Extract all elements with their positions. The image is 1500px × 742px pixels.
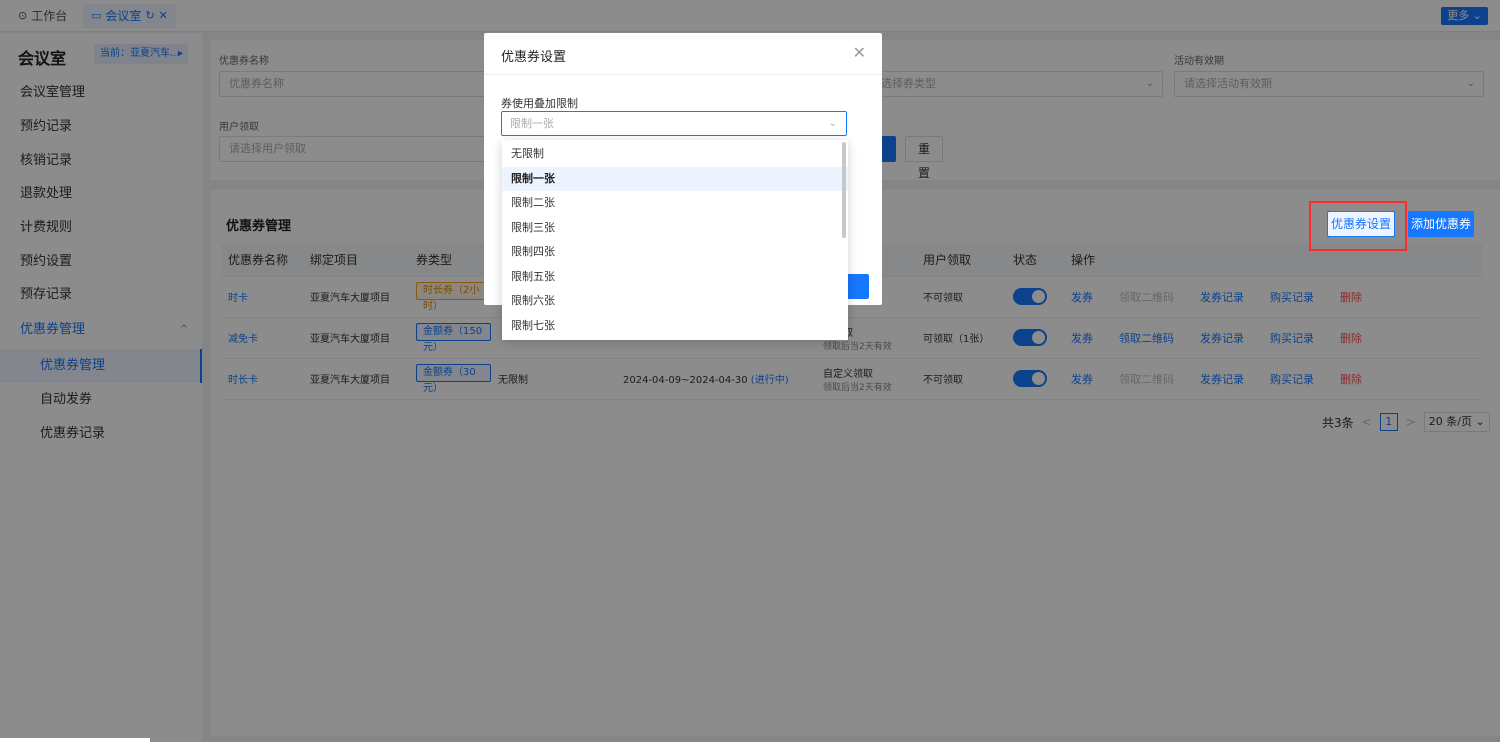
stack-limit-label: 券使用叠加限制 <box>501 97 578 110</box>
add-coupon-button-overlay[interactable]: 添加优惠券 <box>1408 211 1474 237</box>
stack-limit-select[interactable]: 限制一张 ⌄ <box>501 111 847 136</box>
dropdown-scrollbar[interactable] <box>842 142 846 238</box>
dialog-title: 优惠券设置 <box>501 50 567 65</box>
dropdown-option[interactable]: 限制四张 <box>502 240 848 265</box>
stack-limit-dropdown: 无限制 限制一张 限制二张 限制三张 限制四张 限制五张 限制六张 限制七张 <box>502 140 848 340</box>
coupon-settings-label: 优惠券设置 <box>1330 217 1391 231</box>
dropdown-option[interactable]: 限制七张 <box>502 314 848 339</box>
dropdown-option-selected[interactable]: 限制一张 <box>502 166 848 191</box>
dropdown-option[interactable]: 限制二张 <box>502 191 848 216</box>
close-icon[interactable]: ✕ <box>853 43 866 62</box>
bottom-strip <box>0 738 150 742</box>
coupon-settings-button-highlighted[interactable]: 优惠券设置 <box>1327 211 1395 237</box>
dropdown-option[interactable]: 限制五张 <box>502 265 848 290</box>
stack-limit-value: 限制一张 <box>510 117 554 130</box>
dialog-header: 优惠券设置 ✕ <box>484 33 882 75</box>
dropdown-option[interactable]: 无限制 <box>502 142 848 167</box>
add-coupon-label: 添加优惠券 <box>1410 217 1471 231</box>
dropdown-option[interactable]: 限制三张 <box>502 216 848 241</box>
dropdown-option[interactable]: 限制六张 <box>502 289 848 314</box>
chevron-down-icon: ⌄ <box>828 118 837 129</box>
